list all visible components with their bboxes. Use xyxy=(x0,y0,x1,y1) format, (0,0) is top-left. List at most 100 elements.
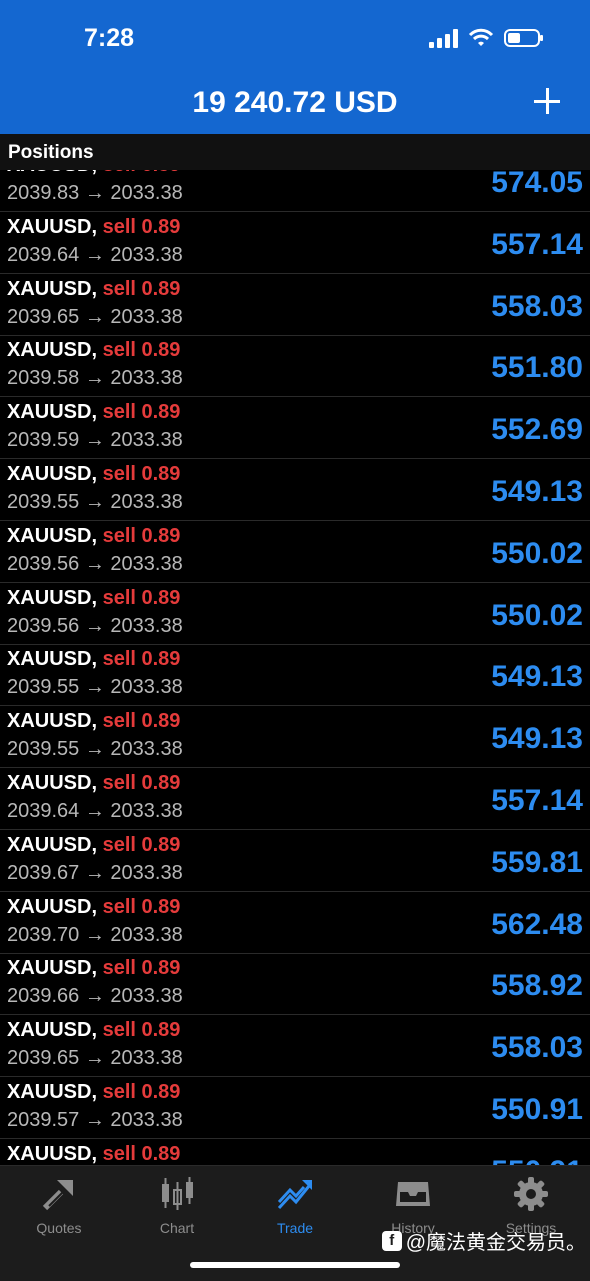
position-row[interactable]: XAUUSD, sell 0.89 2039.56 → 2033.38 550.02 xyxy=(0,583,590,645)
position-profit: 549.13 xyxy=(491,660,583,694)
position-prices: 2039.56 → 2033.38 xyxy=(7,552,183,575)
position-side: sell 0.89 xyxy=(102,1019,181,1042)
position-symbol: XAUUSD, sell 0.89 xyxy=(7,710,181,733)
position-row[interactable]: XAUUSD, sell 0.89 2039.55 → 2033.38 549.13 xyxy=(0,644,590,707)
position-side: sell 0.89 xyxy=(102,277,181,300)
position-row[interactable]: XAUUSD, sell 0.89 2039.67 → 2033.38 559.81 xyxy=(0,830,590,892)
position-profit: 550.91 xyxy=(491,1155,583,1165)
tab-quotes[interactable]: Quotes xyxy=(0,1174,118,1236)
position-side: sell 0.89 xyxy=(102,215,181,238)
position-prices: 2039.64 → 2033.38 xyxy=(7,243,183,266)
position-symbol: XAUUSD, sell 0.89 xyxy=(7,1019,181,1042)
position-prices: 2039.55 → 2033.38 xyxy=(7,676,183,699)
position-profit: 551.80 xyxy=(491,351,583,385)
position-side: sell 0.89 xyxy=(102,772,181,794)
position-symbol: XAUUSD, sell 0.89 xyxy=(7,833,181,856)
position-row[interactable]: XAUUSD, sell 0.89 550.91 xyxy=(0,1139,590,1165)
tab-label: Chart xyxy=(159,1220,195,1236)
position-side: sell 0.89 xyxy=(102,710,181,733)
position-row[interactable]: XAUUSD, sell 0.89 2039.55 → 2033.38 549.13 xyxy=(0,459,590,521)
candlestick-chart-icon xyxy=(162,1177,193,1210)
position-prices: 2039.58 → 2033.38 xyxy=(7,367,183,390)
position-symbol: XAUUSD, sell 0.89 xyxy=(7,401,181,424)
home-indicator[interactable] xyxy=(190,1262,400,1268)
position-prices: 2039.55 → 2033.38 xyxy=(7,491,183,513)
position-profit: 574.05 xyxy=(491,166,583,199)
status-time: 7:28 xyxy=(84,24,135,52)
facebook-icon: f xyxy=(381,1230,402,1251)
position-symbol: XAUUSD, sell 0.89 xyxy=(7,586,181,609)
position-prices: 2039.64 → 2033.38 xyxy=(7,800,183,822)
position-prices: 2039.56 → 2033.38 xyxy=(7,614,183,637)
wifi-icon xyxy=(468,28,494,46)
position-symbol: XAUUSD, sell 0.89 xyxy=(7,648,181,671)
position-side: sell 0.89 xyxy=(102,1081,181,1103)
position-prices: 2039.70 → 2033.38 xyxy=(7,923,183,946)
position-side: sell 0.89 xyxy=(102,586,181,609)
tab-trade[interactable]: Trade xyxy=(236,1174,354,1236)
tab-chart[interactable]: Chart xyxy=(118,1174,236,1236)
tab-label: Trade xyxy=(276,1220,314,1236)
position-profit: 550.91 xyxy=(491,1093,583,1126)
position-symbol: XAUUSD, sell 0.89 xyxy=(7,463,181,485)
inbox-history-icon xyxy=(396,1182,430,1206)
position-row[interactable]: XAUUSD, sell 0.89 2039.57 → 2033.38 550.91 xyxy=(0,1077,590,1139)
position-profit: 549.13 xyxy=(491,722,583,756)
position-side: sell 0.89 xyxy=(102,957,181,980)
position-prices: 2039.65 → 2033.38 xyxy=(7,1047,183,1070)
position-side: sell 0.89 xyxy=(102,1142,181,1165)
position-row[interactable]: XAUUSD, sell 0.89 2039.64 → 2033.38 557.14 xyxy=(0,212,590,274)
position-profit: 558.92 xyxy=(491,969,583,1003)
position-row[interactable]: XAUUSD, sell 0.89 2039.56 → 2033.38 550.02 xyxy=(0,521,590,583)
trade-icon xyxy=(277,1180,312,1210)
position-row[interactable]: XAUUSD, sell 0.89 2039.70 → 2033.38 562.48 xyxy=(0,892,590,954)
gear-icon xyxy=(514,1177,548,1211)
position-row[interactable]: XAUUSD, sell 0.89 2039.64 → 2033.38 557.14 xyxy=(0,768,590,830)
position-prices: 2039.57 → 2033.38 xyxy=(7,1109,183,1131)
plus-icon[interactable] xyxy=(534,88,560,114)
position-profit: 549.13 xyxy=(491,475,583,508)
position-row[interactable]: XAUUSD, sell 0.89 2039.65 → 2033.38 558.03 xyxy=(0,274,590,336)
position-side: sell 0.89 xyxy=(102,339,181,362)
position-row[interactable]: XAUUSD, sell 0.89 2039.58 → 2033.38 551.80 xyxy=(0,335,590,398)
position-side: sell 0.89 xyxy=(102,524,181,547)
position-prices: 2039.66 → 2033.38 xyxy=(7,985,183,1008)
position-side: sell 0.89 xyxy=(102,833,181,856)
position-symbol: XAUUSD, sell 0.89 xyxy=(7,339,181,362)
position-side: sell 0.89 xyxy=(102,648,181,671)
position-profit: 562.48 xyxy=(491,907,583,941)
section-title: Positions xyxy=(0,134,590,170)
position-profit: 557.14 xyxy=(491,784,583,817)
position-symbol: XAUUSD, sell 0.89 xyxy=(7,957,181,980)
position-profit: 558.03 xyxy=(491,289,583,323)
watermark-text: @魔法黄金交易员。 xyxy=(405,1232,586,1254)
position-row[interactable]: XAUUSD, sell 0.89 2039.65 → 2033.38 558.03 xyxy=(0,1015,590,1078)
tab-label: Quotes xyxy=(36,1220,82,1236)
position-profit: 552.69 xyxy=(491,413,583,447)
watermark: f @魔法黄金交易员。 xyxy=(381,1226,586,1255)
position-prices: 2039.67 → 2033.38 xyxy=(7,861,183,884)
position-symbol: XAUUSD, sell 0.89 xyxy=(7,277,181,300)
position-symbol: XAUUSD, sell 0.89 xyxy=(7,215,181,238)
position-symbol: XAUUSD, sell 0.89 xyxy=(7,1142,181,1165)
position-side: sell 0.89 xyxy=(102,463,181,485)
position-symbol: XAUUSD, sell 0.89 xyxy=(7,524,181,547)
position-side: sell 0.89 xyxy=(102,401,181,424)
battery-icon xyxy=(504,29,543,47)
status-icons xyxy=(429,28,543,48)
position-row[interactable]: XAUUSD, sell 0.89 2039.66 → 2033.38 558.92 xyxy=(0,953,590,1016)
position-prices: 2039.55 → 2033.38 xyxy=(7,738,183,761)
position-profit: 558.03 xyxy=(491,1031,583,1065)
position-profit: 550.02 xyxy=(491,536,583,570)
cellular-signal-icon xyxy=(429,28,458,48)
position-profit: 550.02 xyxy=(491,598,583,632)
position-symbol: XAUUSD, sell 0.89 xyxy=(7,772,181,794)
position-side: sell 0.89 xyxy=(102,895,181,918)
position-symbol: XAUUSD, sell 0.89 xyxy=(7,1081,181,1103)
account-balance: 19 240.72 USD xyxy=(192,86,398,119)
position-symbol: XAUUSD, sell 0.89 xyxy=(7,895,181,918)
positions-list[interactable]: XAUUSD, sell 0.89 2039.83 → 2033.38 574.05… xyxy=(0,150,590,1165)
position-row[interactable]: XAUUSD, sell 0.89 2039.55 → 2033.38 549.13 xyxy=(0,706,590,769)
position-prices: 2039.65 → 2033.38 xyxy=(7,305,183,328)
position-row[interactable]: XAUUSD, sell 0.89 2039.59 → 2033.38 552.69 xyxy=(0,397,590,460)
